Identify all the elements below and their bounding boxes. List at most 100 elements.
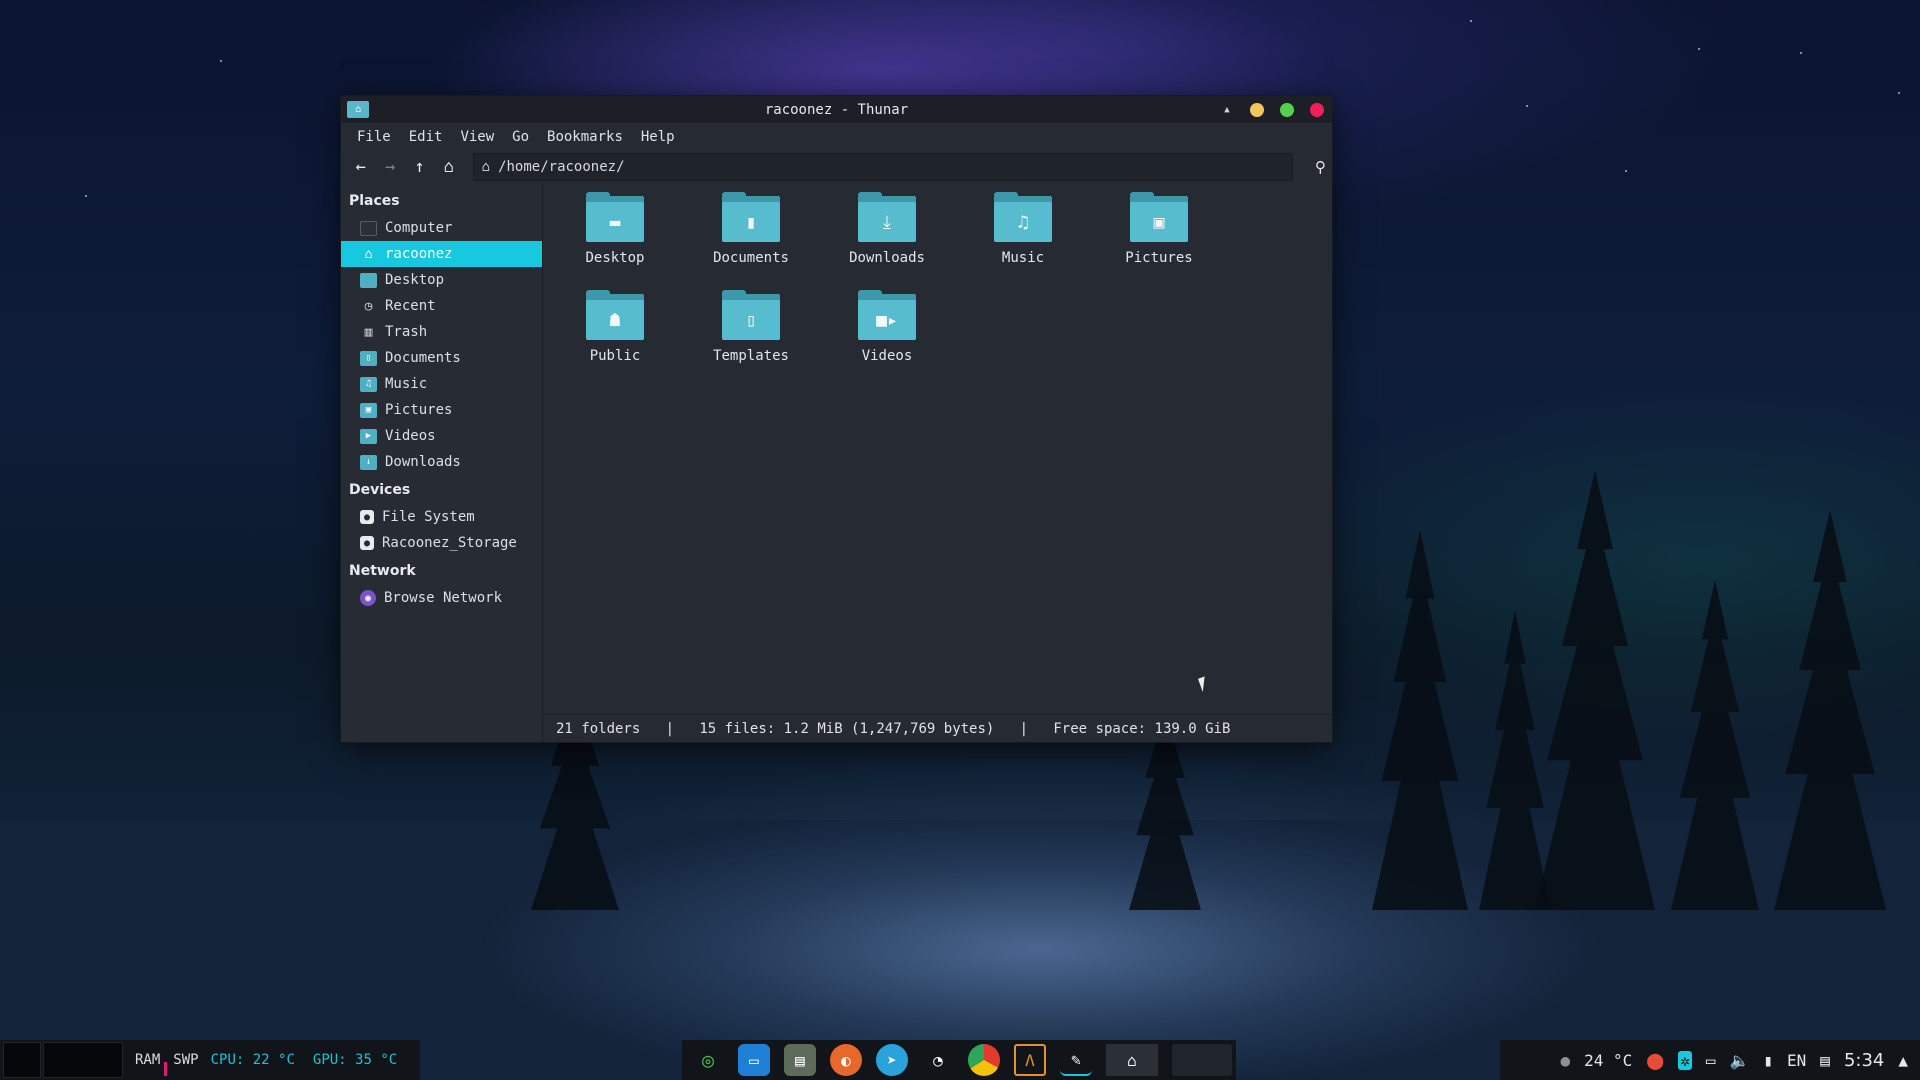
folder-item-documents[interactable]: ▮ Documents [683,192,819,290]
cpu-temp: CPU: 22 °C [210,1052,295,1068]
shade-icon[interactable]: ▲ [1220,105,1234,115]
menu-view[interactable]: View [452,129,502,145]
up-arrow-icon[interactable]: ↑ [408,154,431,180]
sidebar-item-browse-network[interactable]: ◉ Browse Network [341,585,542,611]
language-indicator[interactable]: EN [1787,1051,1806,1070]
file-view[interactable]: ▬ Desktop ▮ Documents ⤓ Downloads ♫ Musi… [543,184,1332,742]
sidebar-item-label: Music [385,376,428,392]
sidebar-item-label: Trash [385,324,428,340]
sidebar-item-computer[interactable]: Computer [341,215,542,241]
archive-manager-icon[interactable]: ▤ [784,1044,816,1076]
clipboard-icon[interactable]: ▤ [1820,1051,1830,1070]
swp-label: SWP [173,1052,199,1068]
folder-label: Videos [861,348,913,364]
forward-arrow-icon[interactable]: → [378,154,401,180]
file-manager-window: ⌂ racoonez - Thunar ▲ File Edit View Go … [340,95,1333,743]
star [1526,105,1528,107]
desktop-folder-icon: ▬ [586,192,644,242]
toolbar: ← → ↑ ⌂ ⌂ /home/racoonez/ ⚲ [341,150,1332,184]
weather-icon[interactable]: ● [1560,1051,1570,1070]
network-heading: Network [349,563,416,579]
location-bar[interactable]: ⌂ /home/racoonez/ [472,153,1293,181]
sidebar-item-racoonez[interactable]: ⌂ racoonez [341,241,542,267]
sidebar-item-documents[interactable]: ▯ Documents [341,345,542,371]
folder-item-pictures[interactable]: ▣ Pictures [1091,192,1227,290]
sidebar-item-label: Downloads [385,454,461,470]
title-bar[interactable]: ⌂ racoonez - Thunar ▲ [341,96,1332,123]
folder-item-videos[interactable]: ■▸ Videos [819,290,955,388]
display-icon[interactable]: ▭ [1706,1051,1716,1070]
menu-help[interactable]: Help [633,129,683,145]
files-icon[interactable]: ▭ [738,1044,770,1076]
window-title: racoonez - Thunar [764,101,909,118]
folder-item-music[interactable]: ♫ Music [955,192,1091,290]
volume-icon[interactable]: 🔈 [1729,1051,1749,1070]
sublime-text-icon[interactable]: Λ [1014,1044,1046,1076]
search-icon[interactable]: ⚲ [1309,154,1332,180]
close-button[interactable] [1310,103,1324,117]
sidebar-item-label: Pictures [385,402,453,418]
folder-label: Downloads [849,250,925,266]
sidebar-item-downloads[interactable]: ↓ Downloads [341,449,542,475]
ram-label: RAM [135,1052,161,1068]
sidebar: Places Computer ⌂ racoonez Desktop ◷ Rec… [341,184,543,742]
computer-icon [360,220,377,236]
menu-bookmarks[interactable]: Bookmarks [539,129,631,145]
home-icon: ⌂ [364,246,373,262]
maximize-button[interactable] [1280,103,1294,117]
firefox-icon[interactable]: ◐ [830,1044,862,1076]
star [1470,20,1472,22]
menu-edit[interactable]: Edit [401,129,451,145]
nvidia-settings-icon[interactable]: ◎ [692,1044,724,1076]
location-pin-icon[interactable]: ⬤ [1646,1051,1664,1070]
sidebar-item-label: File System [382,509,475,525]
telegram-icon[interactable]: ➤ [876,1044,908,1076]
file-grid: ▬ Desktop ▮ Documents ⤓ Downloads ♫ Musi… [543,184,1227,388]
minimize-button[interactable] [1250,103,1264,117]
places-heading: Places [349,193,400,209]
folder-label: Documents [713,250,789,266]
usb-drive-icon[interactable]: ▮ [1763,1051,1773,1070]
documents-folder-icon: ▮ [722,192,780,242]
thunar-window-task[interactable]: ⌂ [1106,1044,1158,1076]
folder-item-desktop[interactable]: ▬ Desktop [547,192,683,290]
sidebar-item-file-system[interactable]: ● File System [341,504,542,530]
sidebar-item-pictures[interactable]: ▣ Pictures [341,397,542,423]
gimp-icon[interactable]: ◔ [922,1044,954,1076]
music-folder-icon: ♫ [994,192,1052,242]
sidebar-item-label: Computer [385,220,453,236]
taskbar-left: RAM SWP CPU: 22 °C GPU: 35 °C [0,1040,420,1080]
sidebar-item-music[interactable]: ♫ Music [341,371,542,397]
menu-bar: File Edit View Go Bookmarks Help [341,123,1332,150]
settings-gear-icon[interactable]: ✲ [1678,1050,1692,1070]
status-folders: 21 folders [556,720,641,737]
status-free-space: Free space: 139.0 GiB [1053,720,1231,737]
sidebar-item-trash[interactable]: ▥ Trash [341,319,542,345]
clock-icon: ◷ [364,298,373,314]
sidebar-item-recent[interactable]: ◷ Recent [341,293,542,319]
folder-item-templates[interactable]: ▯ Templates [683,290,819,388]
sidebar-item-desktop[interactable]: Desktop [341,267,542,293]
menu-file[interactable]: File [349,129,399,145]
sidebar-item-videos[interactable]: ▶ Videos [341,423,542,449]
window-controls: ▲ [1220,103,1324,117]
star [220,60,222,62]
folder-item-public[interactable]: ☗ Public [547,290,683,388]
pictures-folder-icon: ▣ [1130,192,1188,242]
folder-label: Desktop [585,250,645,266]
sidebar-item-label: Racoonez_Storage [382,535,517,551]
home-icon[interactable]: ⌂ [437,154,460,180]
notification-bell-icon[interactable]: ▲ [1898,1051,1908,1070]
empty-workspace[interactable] [1172,1044,1232,1076]
back-arrow-icon[interactable]: ← [349,154,372,180]
clock[interactable]: 5:34 [1844,1050,1884,1071]
sidebar-item-label: racoonez [385,246,453,262]
folder-item-downloads[interactable]: ⤓ Downloads [819,192,955,290]
chrome-icon[interactable] [968,1044,1000,1076]
cleaner-icon[interactable]: ✎ [1060,1044,1092,1076]
status-files: 15 files: 1.2 MiB (1,247,769 bytes) [699,720,995,737]
sidebar-item-label: Documents [385,350,461,366]
drive-icon: ● [360,536,374,550]
sidebar-item-racoonez-storage[interactable]: ● Racoonez_Storage [341,530,542,556]
menu-go[interactable]: Go [504,129,537,145]
